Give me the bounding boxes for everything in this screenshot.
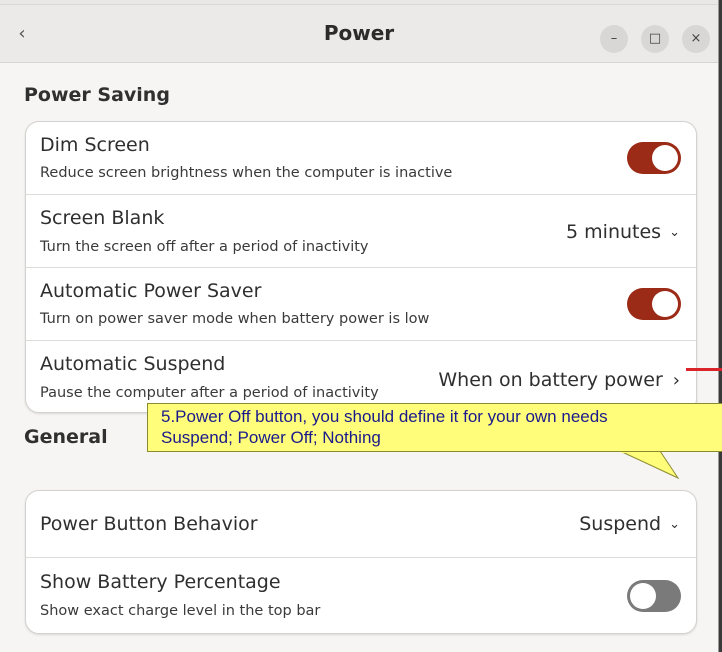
header-bar: ‹ Power – □ × bbox=[0, 5, 718, 63]
dim-screen-title: Dim Screen bbox=[40, 134, 150, 156]
auto-suspend-value: When on battery power bbox=[438, 369, 663, 391]
screen-blank-subtitle: Turn the screen off after a period of in… bbox=[40, 239, 369, 255]
close-icon[interactable]: × bbox=[682, 25, 710, 53]
maximize-icon[interactable]: □ bbox=[641, 25, 669, 53]
screen-blank-dropdown[interactable]: 5 minutes ⌄ bbox=[566, 221, 680, 243]
auto-suspend-link[interactable]: When on battery power › bbox=[438, 369, 680, 391]
auto-suspend-subtitle: Pause the computer after a period of ina… bbox=[40, 385, 379, 401]
general-card: Power Button Behavior Suspend ⌄ Show Batt… bbox=[25, 490, 697, 634]
annotation-callout: 5.Power Off button, you should define it… bbox=[147, 403, 722, 452]
minimize-icon[interactable]: – bbox=[600, 25, 628, 53]
general-heading: General bbox=[24, 426, 108, 448]
annotation-line-1: 5.Power Off button, you should define it… bbox=[161, 407, 608, 426]
toggle-knob bbox=[652, 291, 678, 317]
auto-power-saver-row[interactable]: Automatic Power Saver Turn on power save… bbox=[26, 267, 696, 340]
power-saving-card: Dim Screen Reduce screen brightness when… bbox=[25, 121, 697, 413]
auto-power-saver-subtitle: Turn on power saver mode when battery po… bbox=[40, 311, 430, 327]
auto-power-saver-toggle[interactable] bbox=[627, 288, 681, 320]
auto-power-saver-title: Automatic Power Saver bbox=[40, 280, 262, 302]
dim-screen-subtitle: Reduce screen brightness when the comput… bbox=[40, 165, 453, 181]
toggle-knob bbox=[630, 583, 656, 609]
screen-blank-value: 5 minutes bbox=[566, 221, 662, 243]
annotation-line-2: Suspend; Power Off; Nothing bbox=[161, 428, 381, 447]
settings-window: ‹ Power – □ × Power Saving Dim Screen Re… bbox=[0, 0, 719, 652]
battery-percentage-title: Show Battery Percentage bbox=[40, 571, 281, 593]
annotation-arrow-line bbox=[686, 368, 722, 371]
battery-percentage-row[interactable]: Show Battery Percentage Show exact charg… bbox=[26, 557, 696, 633]
chevron-down-icon: ⌄ bbox=[669, 517, 680, 532]
screen-blank-row[interactable]: Screen Blank Turn the screen off after a… bbox=[26, 194, 696, 267]
power-saving-heading: Power Saving bbox=[24, 84, 170, 106]
chevron-down-icon: ⌄ bbox=[669, 225, 680, 240]
chevron-right-icon: › bbox=[672, 370, 680, 391]
toggle-knob bbox=[652, 145, 678, 171]
power-button-row[interactable]: Power Button Behavior Suspend ⌄ bbox=[26, 491, 696, 557]
battery-percentage-subtitle: Show exact charge level in the top bar bbox=[40, 603, 321, 619]
screen-blank-title: Screen Blank bbox=[40, 207, 165, 229]
auto-suspend-title: Automatic Suspend bbox=[40, 353, 226, 375]
power-button-value: Suspend bbox=[579, 513, 662, 535]
battery-percentage-toggle[interactable] bbox=[627, 580, 681, 612]
dim-screen-toggle[interactable] bbox=[627, 142, 681, 174]
dim-screen-row[interactable]: Dim Screen Reduce screen brightness when… bbox=[26, 122, 696, 194]
power-button-dropdown[interactable]: Suspend ⌄ bbox=[579, 513, 680, 535]
power-button-title: Power Button Behavior bbox=[40, 513, 258, 535]
